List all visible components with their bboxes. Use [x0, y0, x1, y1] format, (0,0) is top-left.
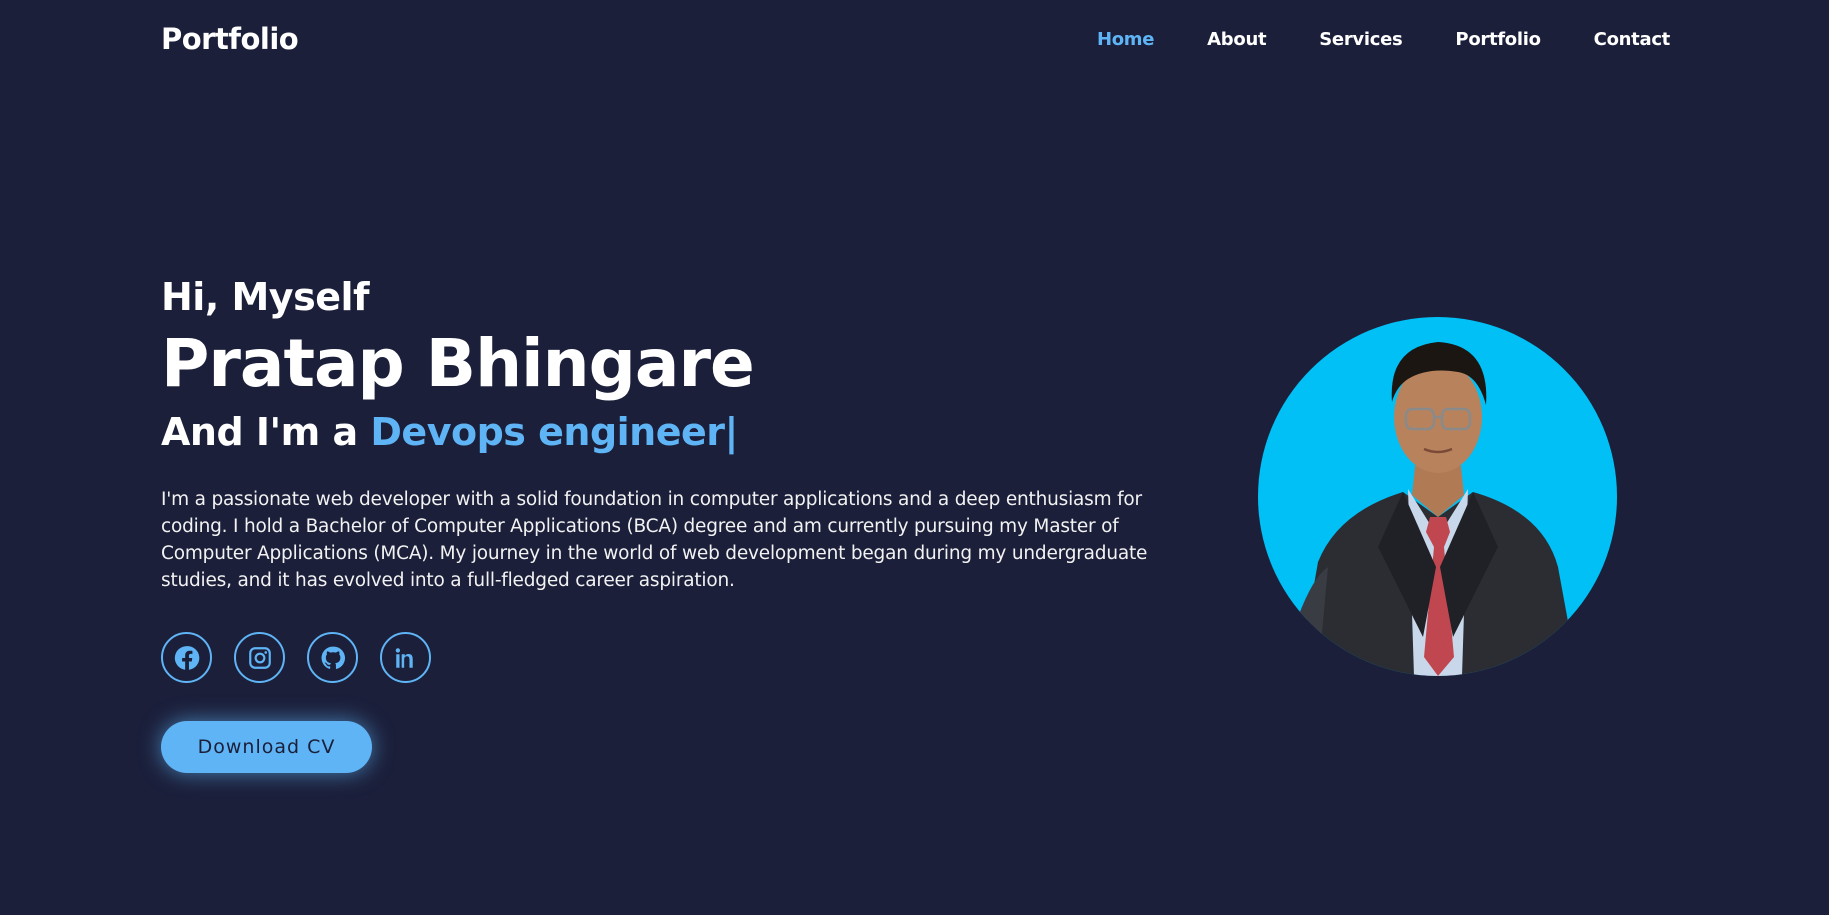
role-highlight: Devops engineer	[370, 410, 725, 454]
linkedin-icon	[395, 647, 413, 668]
typing-cursor: |	[724, 410, 739, 454]
instagram-icon	[248, 646, 271, 669]
nav-link-contact[interactable]: Contact	[1594, 29, 1671, 50]
nav-link-about[interactable]: About	[1207, 29, 1266, 50]
instagram-link[interactable]	[234, 632, 285, 683]
site-logo[interactable]: Portfolio	[161, 22, 299, 56]
site-header: Portfolio Home About Services Portfolio …	[0, 0, 1829, 84]
social-links	[161, 632, 1211, 683]
linkedin-link[interactable]	[380, 632, 431, 683]
github-icon	[321, 646, 345, 669]
profile-portrait-illustration	[1278, 342, 1578, 676]
hero-bio: I'm a passionate web developer with a so…	[161, 489, 1148, 591]
nav-link-portfolio[interactable]: Portfolio	[1455, 29, 1541, 50]
hero-section: Hi, Myself Pratap Bhingare And I'm a Dev…	[161, 272, 1211, 773]
download-cv-button[interactable]: Download CV	[161, 721, 372, 773]
facebook-icon	[174, 645, 199, 670]
hero-role: And I'm a Devops engineer|	[161, 406, 1211, 458]
nav-link-services[interactable]: Services	[1319, 29, 1402, 50]
github-link[interactable]	[307, 632, 358, 683]
hero-name: Pratap Bhingare	[161, 325, 755, 402]
main-nav: Home About Services Portfolio Contact	[1097, 29, 1670, 50]
profile-photo	[1258, 317, 1617, 676]
facebook-link[interactable]	[161, 632, 212, 683]
hero-greeting: Hi, Myself	[161, 275, 370, 319]
nav-link-home[interactable]: Home	[1097, 29, 1155, 50]
role-prefix: And I'm a	[161, 410, 371, 454]
